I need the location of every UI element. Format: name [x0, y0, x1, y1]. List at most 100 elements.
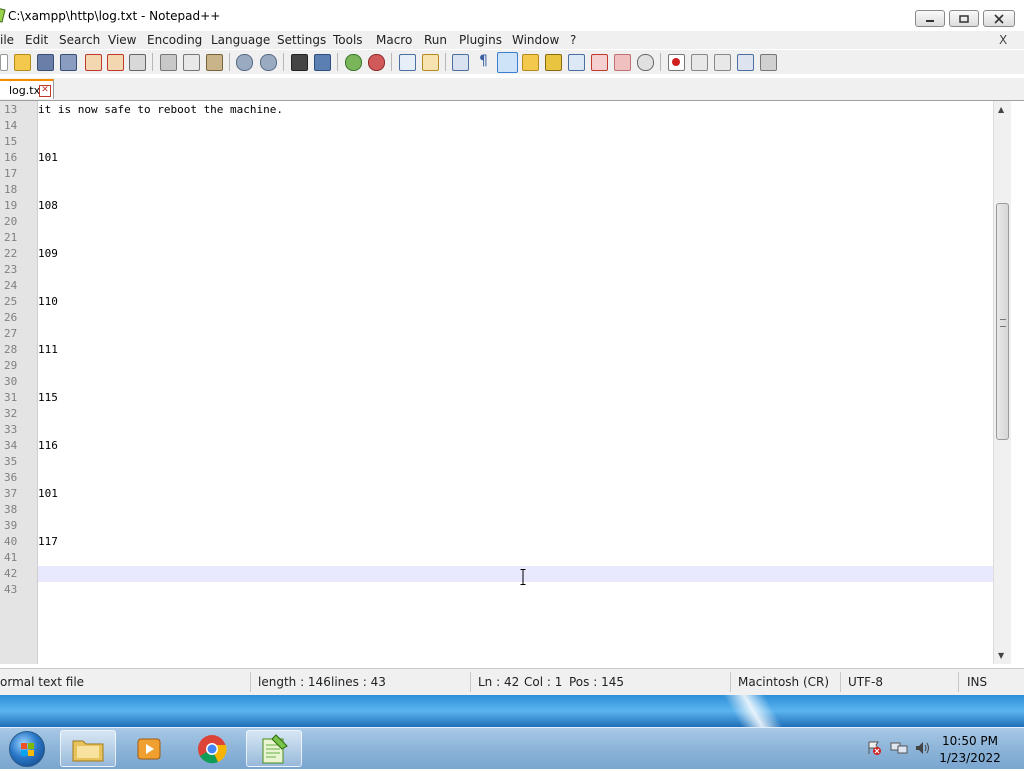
folder-as-workspace-icon[interactable]: [591, 54, 608, 71]
line-number[interactable]: 42: [4, 567, 17, 580]
line-number[interactable]: 15: [4, 135, 17, 148]
save-icon[interactable]: [37, 54, 54, 71]
paste-icon[interactable]: [206, 54, 223, 71]
cut-icon[interactable]: [160, 54, 177, 71]
status-eol-format[interactable]: Macintosh (CR): [738, 675, 829, 689]
function-list-icon[interactable]: [568, 54, 585, 71]
menu-tools[interactable]: Tools: [333, 33, 363, 47]
close-file-icon[interactable]: [85, 54, 102, 71]
menu-encoding[interactable]: Encoding: [147, 33, 202, 47]
restore-button[interactable]: [949, 10, 979, 27]
save-all-icon[interactable]: [60, 54, 77, 71]
close-document-button[interactable]: X: [999, 33, 1007, 47]
menu-macro[interactable]: Macro: [376, 33, 412, 47]
zoom-in-icon[interactable]: [345, 54, 362, 71]
stop-macro-icon[interactable]: [691, 54, 708, 71]
line-number[interactable]: 23: [4, 263, 17, 276]
monitoring-icon[interactable]: [614, 54, 631, 71]
scroll-down-arrow-icon[interactable]: ▼: [998, 651, 1004, 660]
line-number[interactable]: 24: [4, 279, 17, 292]
line-number[interactable]: 17: [4, 167, 17, 180]
open-file-icon[interactable]: [14, 54, 31, 71]
start-button[interactable]: [9, 731, 45, 767]
view-icon[interactable]: [637, 54, 654, 71]
menu-plugins[interactable]: Plugins: [459, 33, 502, 47]
scrollbar-thumb[interactable]: [996, 203, 1009, 440]
show-all-characters-icon[interactable]: ¶: [476, 54, 491, 69]
taskbar-chrome[interactable]: [184, 730, 240, 767]
run-macro-multiple-icon[interactable]: [737, 54, 754, 71]
menu-edit[interactable]: Edit: [25, 33, 48, 47]
indent-guide-icon[interactable]: [497, 52, 518, 73]
line-number[interactable]: 13: [4, 103, 17, 116]
word-wrap-icon[interactable]: [452, 54, 469, 71]
line-number[interactable]: 14: [4, 119, 17, 132]
line-number[interactable]: 39: [4, 519, 17, 532]
copy-icon[interactable]: [183, 54, 200, 71]
line-number[interactable]: 16: [4, 151, 17, 164]
record-macro-icon[interactable]: [668, 54, 685, 71]
close-icon: [994, 13, 1004, 24]
line-number[interactable]: 40: [4, 535, 17, 548]
document-map-icon[interactable]: [545, 54, 562, 71]
taskbar-explorer[interactable]: [60, 730, 116, 767]
line-number[interactable]: 29: [4, 359, 17, 372]
tab-log-txt[interactable]: log.txt ✕: [0, 79, 54, 99]
minimize-button[interactable]: [915, 10, 945, 27]
menu-settings[interactable]: Settings: [277, 33, 326, 47]
print-icon[interactable]: [129, 54, 146, 71]
redo-icon[interactable]: [260, 54, 277, 71]
scroll-up-arrow-icon[interactable]: ▲: [998, 105, 1004, 114]
line-number[interactable]: 33: [4, 423, 17, 436]
line-number[interactable]: 21: [4, 231, 17, 244]
save-macro-icon[interactable]: [760, 54, 777, 71]
line-number[interactable]: 27: [4, 327, 17, 340]
menu-run[interactable]: Run: [424, 33, 447, 47]
replace-icon[interactable]: [314, 54, 331, 71]
action-center-icon[interactable]: [866, 740, 882, 759]
clock-time[interactable]: 10:50 PM: [930, 734, 1010, 748]
menu-search[interactable]: Search: [59, 33, 100, 47]
user-defined-language-icon[interactable]: [522, 54, 539, 71]
network-icon[interactable]: [890, 740, 908, 759]
line-number[interactable]: 34: [4, 439, 17, 452]
tab-close-icon[interactable]: ✕: [39, 85, 51, 97]
menu-file[interactable]: ile: [0, 33, 14, 47]
line-number[interactable]: 41: [4, 551, 17, 564]
line-number[interactable]: 22: [4, 247, 17, 260]
find-icon[interactable]: [291, 54, 308, 71]
status-encoding[interactable]: UTF-8: [848, 675, 883, 689]
sync-vertical-icon[interactable]: [399, 54, 416, 71]
play-macro-icon[interactable]: [714, 54, 731, 71]
line-number[interactable]: 31: [4, 391, 17, 404]
line-number[interactable]: 38: [4, 503, 17, 516]
line-number[interactable]: 35: [4, 455, 17, 468]
vertical-scrollbar[interactable]: ▲ ▼: [993, 101, 1011, 664]
line-number[interactable]: 32: [4, 407, 17, 420]
clock-date[interactable]: 1/23/2022: [930, 751, 1010, 765]
new-file-icon[interactable]: [0, 54, 8, 71]
undo-icon[interactable]: [236, 54, 253, 71]
line-number[interactable]: 18: [4, 183, 17, 196]
taskbar-media-player[interactable]: [121, 730, 177, 767]
close-window-button[interactable]: [983, 10, 1015, 27]
line-number[interactable]: 30: [4, 375, 17, 388]
sync-horizontal-icon[interactable]: [422, 54, 439, 71]
line-number[interactable]: 20: [4, 215, 17, 228]
line-number[interactable]: 25: [4, 295, 17, 308]
line-number[interactable]: 26: [4, 311, 17, 324]
taskbar-notepadpp[interactable]: [246, 730, 302, 767]
line-number[interactable]: 36: [4, 471, 17, 484]
menu-window[interactable]: Window: [512, 33, 559, 47]
line-number[interactable]: 43: [4, 583, 17, 596]
line-number[interactable]: 28: [4, 343, 17, 356]
close-all-icon[interactable]: [107, 54, 124, 71]
zoom-out-icon[interactable]: [368, 54, 385, 71]
text-editor[interactable]: 13 14 15 16 17 18 19 20 21 22 23 24 25 26 27 28 29 30 31 32…: [0, 101, 1010, 664]
menu-language[interactable]: Language: [211, 33, 270, 47]
line-number[interactable]: 19: [4, 199, 17, 212]
line-number[interactable]: 37: [4, 487, 17, 500]
title-bar[interactable]: C:\xampp\http\log.txt - Notepad++: [0, 0, 1024, 30]
menu-help[interactable]: ?: [570, 33, 576, 47]
menu-view[interactable]: View: [108, 33, 136, 47]
